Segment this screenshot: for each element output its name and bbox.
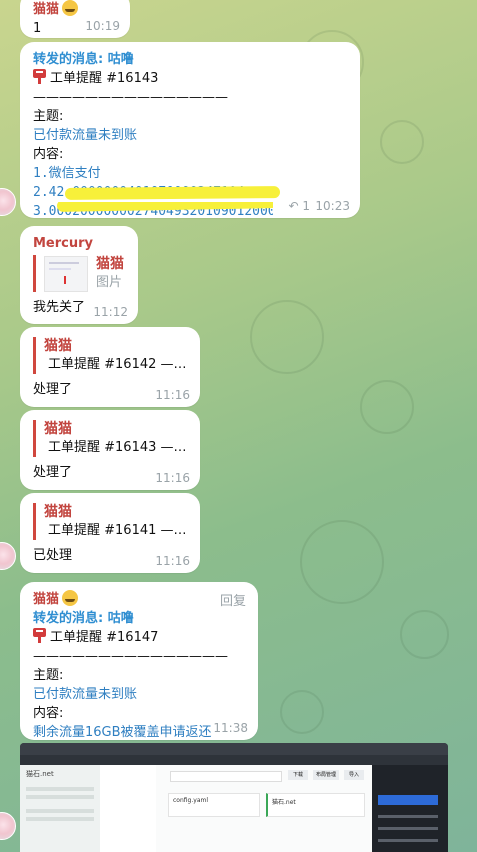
active-profile-card[interactable]: 猫石.net <box>266 793 365 817</box>
forward-label[interactable]: 转发的消息: 咕噜 <box>33 609 246 628</box>
subject-label: 主题: <box>33 668 64 683</box>
reply-author: 猫猫 <box>44 504 72 520</box>
ticket-title: 工单提醒 #16143 <box>50 71 159 86</box>
reply-quote[interactable]: 猫猫 工单提醒 #16141 —… <box>33 503 188 540</box>
message-m2[interactable]: Mercury 猫猫 图片 我先关了 11:12 <box>20 226 138 324</box>
image-thumbnail <box>44 255 88 292</box>
app-sidebar: 猫石.net <box>20 765 100 852</box>
forward-label[interactable]: 转发的消息: 咕噜 <box>33 50 348 69</box>
message-m0[interactable]: 猫猫 1 10:19 <box>20 0 130 38</box>
reply-quote[interactable]: 猫猫 工单提醒 #16142 —… <box>33 337 188 374</box>
message-m4[interactable]: 猫猫 工单提醒 #16143 —… 处理了 11:16 <box>20 410 200 490</box>
message-sender[interactable]: 猫猫 <box>33 592 59 607</box>
avatar[interactable] <box>0 812 16 840</box>
subject-text: 已付款流量未到账 <box>33 687 138 702</box>
subject-label: 主题: <box>33 109 64 124</box>
browser-titlebar <box>20 743 448 755</box>
redaction-highlight <box>64 186 281 200</box>
reply-quote[interactable]: 猫猫 工单提醒 #16143 —… <box>33 420 188 457</box>
site-title: 猫石.net <box>26 770 54 778</box>
message-sender[interactable]: 猫猫 <box>33 2 59 17</box>
message-m6[interactable]: 猫猫 回复 转发的消息: 咕噜 工单提醒 #16147 ————————————… <box>20 582 258 740</box>
reply-text: 工单提醒 #16142 —… <box>48 357 186 372</box>
message-sender[interactable]: Mercury <box>33 234 126 253</box>
reply-count[interactable]: ↶ 1 <box>288 199 310 213</box>
message-time: 10:19 <box>85 19 120 33</box>
download-button[interactable]: 下载 <box>288 770 308 780</box>
reply-author: 猫猫 <box>44 421 72 437</box>
config-file-card[interactable]: config.yaml <box>168 793 260 817</box>
app-nav <box>100 765 157 852</box>
import-button[interactable]: 导入 <box>344 770 364 780</box>
avatar[interactable] <box>0 188 16 216</box>
reply-button[interactable]: 回复 <box>220 590 246 609</box>
content-line-1: 1.微信支付 <box>33 166 101 181</box>
content-label: 内容: <box>33 147 64 162</box>
reply-author: 猫猫 <box>96 256 124 272</box>
ticket-title: 工单提醒 #16147 <box>50 630 159 645</box>
message-time: 11:16 <box>155 554 190 568</box>
message-m3[interactable]: 猫猫 工单提醒 #16142 —… 处理了 11:16 <box>20 327 200 407</box>
divider-text: ——————————————— <box>33 649 228 664</box>
pushpin-icon <box>33 628 46 643</box>
message-time: 11:16 <box>155 388 190 402</box>
pushpin-icon <box>33 69 46 84</box>
message-m1[interactable]: 转发的消息: 咕噜 工单提醒 #16143 ——————————————— 主题… <box>20 42 360 221</box>
reply-text: 工单提醒 #16141 —… <box>48 523 186 538</box>
reply-author: 猫猫 <box>44 338 72 354</box>
message-time: 11:38 <box>213 721 248 735</box>
image-message-screenshot[interactable]: 猫石.net 下载 布局管理 导入 config.yaml 猫石.net <box>20 743 448 852</box>
browser-addressbar <box>20 755 448 765</box>
message-time: 11:16 <box>155 471 190 485</box>
config-file-name: config.yaml <box>173 797 209 804</box>
avatar[interactable] <box>0 542 16 570</box>
subject-text: 已付款流量未到账 <box>33 128 138 143</box>
message-m5[interactable]: 猫猫 工单提醒 #16141 —… 已处理 11:16 <box>20 493 200 573</box>
grin-emoji-icon <box>62 0 79 16</box>
divider-text: ——————————————— <box>33 90 228 105</box>
app-main: 下载 布局管理 导入 config.yaml 猫石.net <box>156 765 372 852</box>
reply-quote[interactable]: 猫猫 图片 <box>33 255 126 292</box>
reply-text: 图片 <box>96 275 123 290</box>
browser-side-panel <box>372 765 448 852</box>
message-time: 11:12 <box>93 305 128 319</box>
reply-text: 工单提醒 #16143 —… <box>48 440 186 455</box>
reply-arrow-icon: ↶ <box>288 199 299 213</box>
layout-button[interactable]: 布局管理 <box>313 770 339 780</box>
message-time: 10:23 <box>315 199 350 213</box>
grin-emoji-icon <box>62 590 79 606</box>
content-line-3: 3.00020000000274049320109012000070 <box>33 202 273 221</box>
